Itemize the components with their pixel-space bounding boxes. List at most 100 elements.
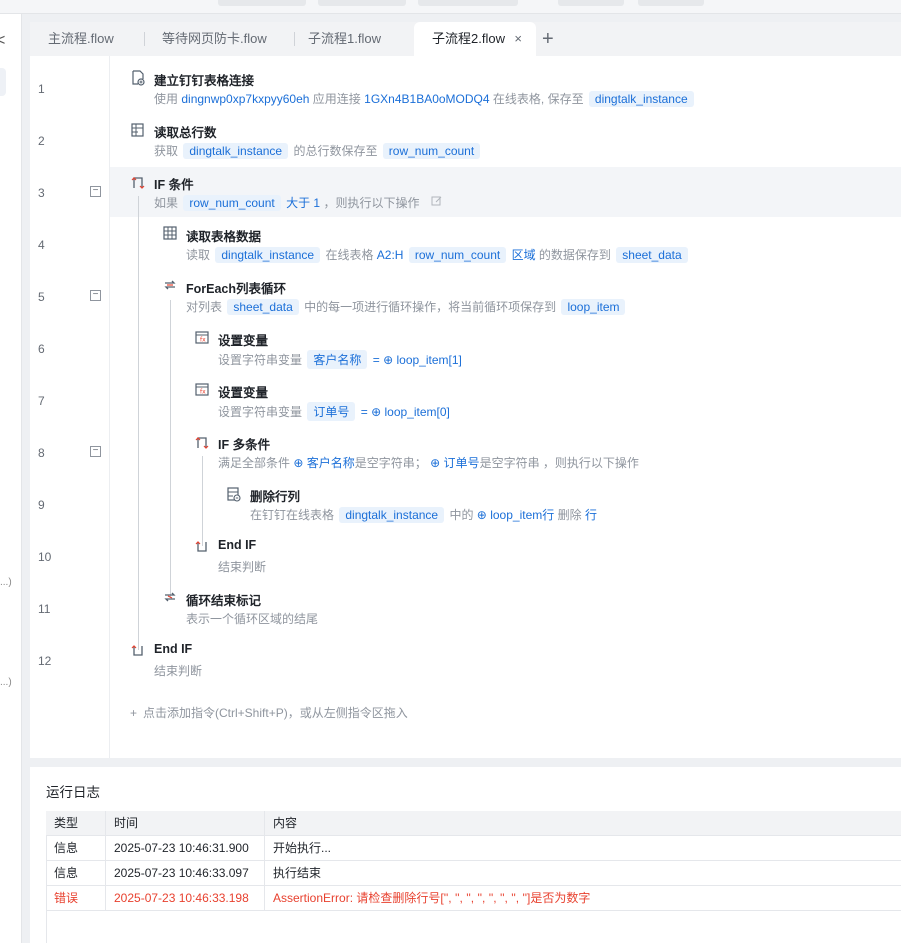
variable-chip[interactable]: 客户名称: [307, 350, 368, 369]
instruction-title: 读取表格数据: [186, 230, 262, 244]
instruction-desc: 对列表 sheet_data 中的每一项进行循环操作，将当前循环项保存到 loo…: [186, 298, 627, 315]
desc-value: loop_item[1]: [396, 353, 462, 367]
tab-subflow2[interactable]: 子流程2.flow ×: [414, 22, 536, 56]
instruction-title: 设置变量: [218, 334, 269, 348]
instruction-title: End IF: [218, 538, 257, 552]
tab-label: 子流程1.flow: [308, 31, 381, 46]
instruction-title: 删除行列: [250, 490, 301, 504]
tab-subflow1[interactable]: 子流程1.flow: [290, 22, 399, 56]
desc-value: dingnwp0xp7kxpyy60eh: [181, 92, 310, 106]
log-time: 2025-07-23 10:46:33.198: [106, 886, 265, 911]
instruction-desc: 如果 row_num_count 大于 1 ，则执行以下操作: [154, 194, 443, 211]
desc-value: 客户名称: [306, 456, 355, 470]
desc-operator: =: [372, 353, 380, 367]
variable-chip[interactable]: sheet_data: [616, 247, 688, 263]
variable-chip[interactable]: row_num_count: [183, 195, 281, 211]
toolbar-stub[interactable]: [558, 0, 624, 6]
variable-ref-icon: ⊕: [293, 456, 304, 470]
variable-chip[interactable]: dingtalk_instance: [183, 143, 289, 159]
add-instruction-hint[interactable]: + 点击添加指令(Ctrl+Shift+P)，或从左侧指令区拖入: [130, 704, 408, 721]
log-title: 运行日志: [46, 785, 100, 800]
variable-chip[interactable]: sheet_data: [227, 299, 299, 315]
instruction-desc: 在钉钉在线表格 dingtalk_instance 中的 ⊕ loop_item…: [250, 506, 597, 523]
toolbar-stub[interactable]: [318, 0, 406, 6]
line-number: 7: [38, 394, 45, 408]
line-gutter: 1 2 3 4 5 6 7 8 9 10 11 12 − − −: [30, 56, 110, 758]
tab-main-flow[interactable]: 主流程.flow: [30, 22, 132, 56]
desc-text: 对列表: [186, 300, 223, 314]
variable-ref-icon: ⊕: [476, 508, 487, 522]
file-tab-bar: 主流程.flow 等待网页防卡.flow 子流程1.flow 子流程2.flow…: [30, 22, 901, 56]
desc-value: 区域: [511, 248, 536, 262]
end-if-icon: [130, 642, 146, 658]
fold-toggle-icon[interactable]: −: [90, 446, 101, 457]
desc-value: 订单号: [443, 456, 480, 470]
variable-chip[interactable]: row_num_count: [408, 247, 507, 263]
desc-text: 设置字符串变量: [218, 353, 303, 367]
table-rows-icon: [130, 122, 146, 138]
column-header-time: 时间: [106, 811, 265, 836]
instruction-desc: 使用 dingnwp0xp7kxpyy60eh 应用连接 1GXn4B1BA0o…: [154, 90, 696, 107]
log-row-error[interactable]: 错误 2025-07-23 10:46:33.198 AssertionErro…: [46, 886, 901, 911]
panel-item[interactable]: [0, 68, 6, 96]
spreadsheet-connect-icon: [130, 70, 146, 86]
collapse-panel-icon[interactable]: <: [0, 32, 5, 50]
tab-wait-page-flow[interactable]: 等待网页防卡.flow: [144, 22, 285, 56]
log-time: 2025-07-23 10:46:33.097: [106, 861, 265, 886]
variable-ref-icon: ⊕: [430, 456, 441, 470]
desc-operator: =: [360, 405, 368, 419]
delete-rows-icon: [226, 486, 242, 502]
desc-text: ，则执行以下操作: [542, 456, 639, 470]
desc-text: 表示一个循环区域的结尾: [186, 612, 319, 626]
nesting-guide: [202, 456, 203, 546]
fold-toggle-icon[interactable]: −: [90, 290, 101, 301]
variable-chip[interactable]: loop_item: [561, 299, 626, 315]
add-tab-icon[interactable]: +: [542, 22, 554, 56]
instruction-desc: 结束判断: [218, 558, 266, 575]
variable-ref-icon: ⊕: [371, 405, 382, 419]
variable-chip[interactable]: dingtalk_instance: [339, 507, 445, 523]
truncated-text: ...): [0, 577, 12, 588]
line-number: 3: [38, 186, 45, 200]
variable-icon: fx: [194, 330, 210, 346]
log-row[interactable]: 信息 2025-07-23 10:46:33.097 执行结束: [46, 861, 901, 886]
log-row[interactable]: 信息 2025-07-23 10:46:31.900 开始执行...: [46, 836, 901, 861]
tab-label: 主流程.flow: [48, 31, 114, 46]
line-number: 11: [38, 602, 51, 616]
line-number: 5: [38, 290, 45, 304]
instruction-desc: 表示一个循环区域的结尾: [186, 610, 318, 627]
desc-text: 中的每一项进行循环操作，将当前循环项保存到: [304, 300, 557, 314]
line-number: 2: [38, 134, 45, 148]
instruction-title: IF 条件: [154, 178, 194, 192]
svg-text:fx: fx: [200, 337, 206, 344]
nesting-guide: [170, 300, 171, 598]
desc-text: 在线表格, 保存至: [492, 92, 584, 106]
line-number: 9: [38, 498, 45, 512]
line-number: 8: [38, 446, 45, 460]
grid-icon: [162, 226, 178, 242]
column-header-content: 内容: [273, 816, 298, 830]
desc-text: 的数据保存到: [538, 248, 611, 262]
fold-toggle-icon[interactable]: −: [90, 186, 101, 197]
toolbar-stub[interactable]: [418, 0, 518, 6]
desc-text: 应用连接: [312, 92, 361, 106]
variable-chip[interactable]: row_num_count: [382, 143, 481, 159]
edit-note-icon[interactable]: [431, 196, 443, 210]
desc-text: 在线表格: [325, 248, 374, 262]
instruction-desc: 满足全部条件 ⊕ 客户名称是空字符串； ⊕ 订单号是空字符串 ，则执行以下操作: [218, 454, 639, 471]
desc-text: ，则执行以下操作: [323, 196, 420, 210]
flow-editor: 1 2 3 4 5 6 7 8 9 10 11 12 − − − 建立钉钉表格连…: [30, 56, 901, 758]
variable-chip[interactable]: 订单号: [307, 402, 356, 421]
toolbar-stub[interactable]: [638, 0, 704, 6]
log-header-row: 类型 时间 内容: [46, 811, 901, 836]
log-content: AssertionError: 请检查删除行号['', '', '', '', …: [273, 891, 591, 905]
instruction-desc: 结束判断: [154, 662, 202, 679]
desc-value: A2:H: [376, 248, 404, 262]
toolbar-stub[interactable]: [218, 0, 306, 6]
desc-text: 满足全部条件: [218, 456, 291, 470]
desc-text: 结束判断: [154, 664, 203, 678]
nesting-guide: [138, 196, 139, 650]
close-tab-icon[interactable]: ×: [514, 22, 522, 56]
variable-chip[interactable]: dingtalk_instance: [588, 91, 694, 107]
variable-chip[interactable]: dingtalk_instance: [215, 247, 321, 263]
